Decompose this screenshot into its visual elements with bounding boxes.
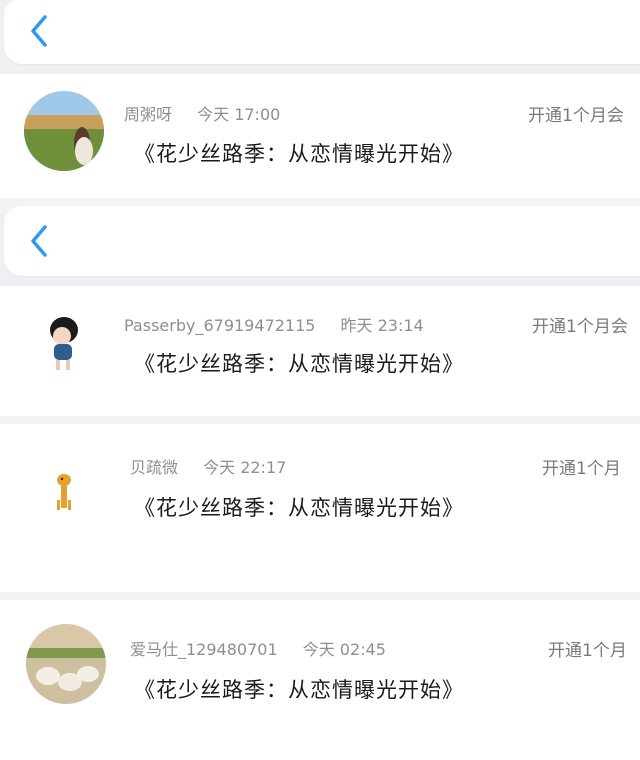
avatar[interactable]: [24, 91, 104, 171]
message-row[interactable]: Passerby_67919472115 昨天 23:14 《花少丝路季：从恋情…: [0, 286, 640, 416]
nav-bar: [4, 0, 640, 64]
message-meta: 贝疏微 今天 22:17: [130, 454, 286, 478]
avatar[interactable]: [24, 438, 104, 518]
sender-name: Passerby_67919472115: [124, 316, 316, 335]
message-title: 《花少丝路季：从恋情曝光开始》: [134, 678, 464, 702]
message-time: 今天 02:45: [302, 640, 386, 659]
message-row[interactable]: 爱马仕_129480701 今天 02:45 《花少丝路季：从恋情曝光开始》 开…: [0, 600, 640, 760]
vip-notice: 开通1个月: [548, 641, 627, 661]
message-title: 《花少丝路季：从恋情曝光开始》: [134, 352, 464, 376]
message-row[interactable]: 贝疏微 今天 22:17 《花少丝路季：从恋情曝光开始》 开通1个月: [0, 424, 640, 592]
back-button[interactable]: [22, 11, 56, 51]
avatar[interactable]: [24, 298, 104, 378]
message-meta: 周粥呀 今天 17:00: [124, 101, 280, 125]
vip-notice: 开通1个月会: [528, 106, 624, 126]
sender-name: 爱马仕_129480701: [130, 640, 278, 659]
vip-notice: 开通1个月会: [532, 317, 628, 337]
message-row[interactable]: 周粥呀 今天 17:00 《花少丝路季：从恋情曝光开始》 开通1个月会: [0, 74, 640, 198]
message-title: 《花少丝路季：从恋情曝光开始》: [134, 496, 464, 520]
message-meta: 爱马仕_129480701 今天 02:45: [130, 636, 386, 660]
sender-name: 周粥呀: [124, 105, 173, 124]
message-time: 昨天 23:14: [340, 316, 424, 335]
avatar[interactable]: [26, 624, 106, 704]
message-title: 《花少丝路季：从恋情曝光开始》: [134, 142, 464, 166]
message-meta: Passerby_67919472115 昨天 23:14: [124, 312, 424, 336]
chevron-left-icon: [31, 225, 47, 257]
sender-name: 贝疏微: [130, 458, 179, 477]
chevron-left-icon: [31, 15, 47, 47]
back-button[interactable]: [22, 221, 56, 261]
vip-notice: 开通1个月: [542, 459, 621, 479]
nav-bar: [4, 206, 640, 276]
message-time: 今天 17:00: [197, 105, 281, 124]
message-time: 今天 22:17: [203, 458, 287, 477]
